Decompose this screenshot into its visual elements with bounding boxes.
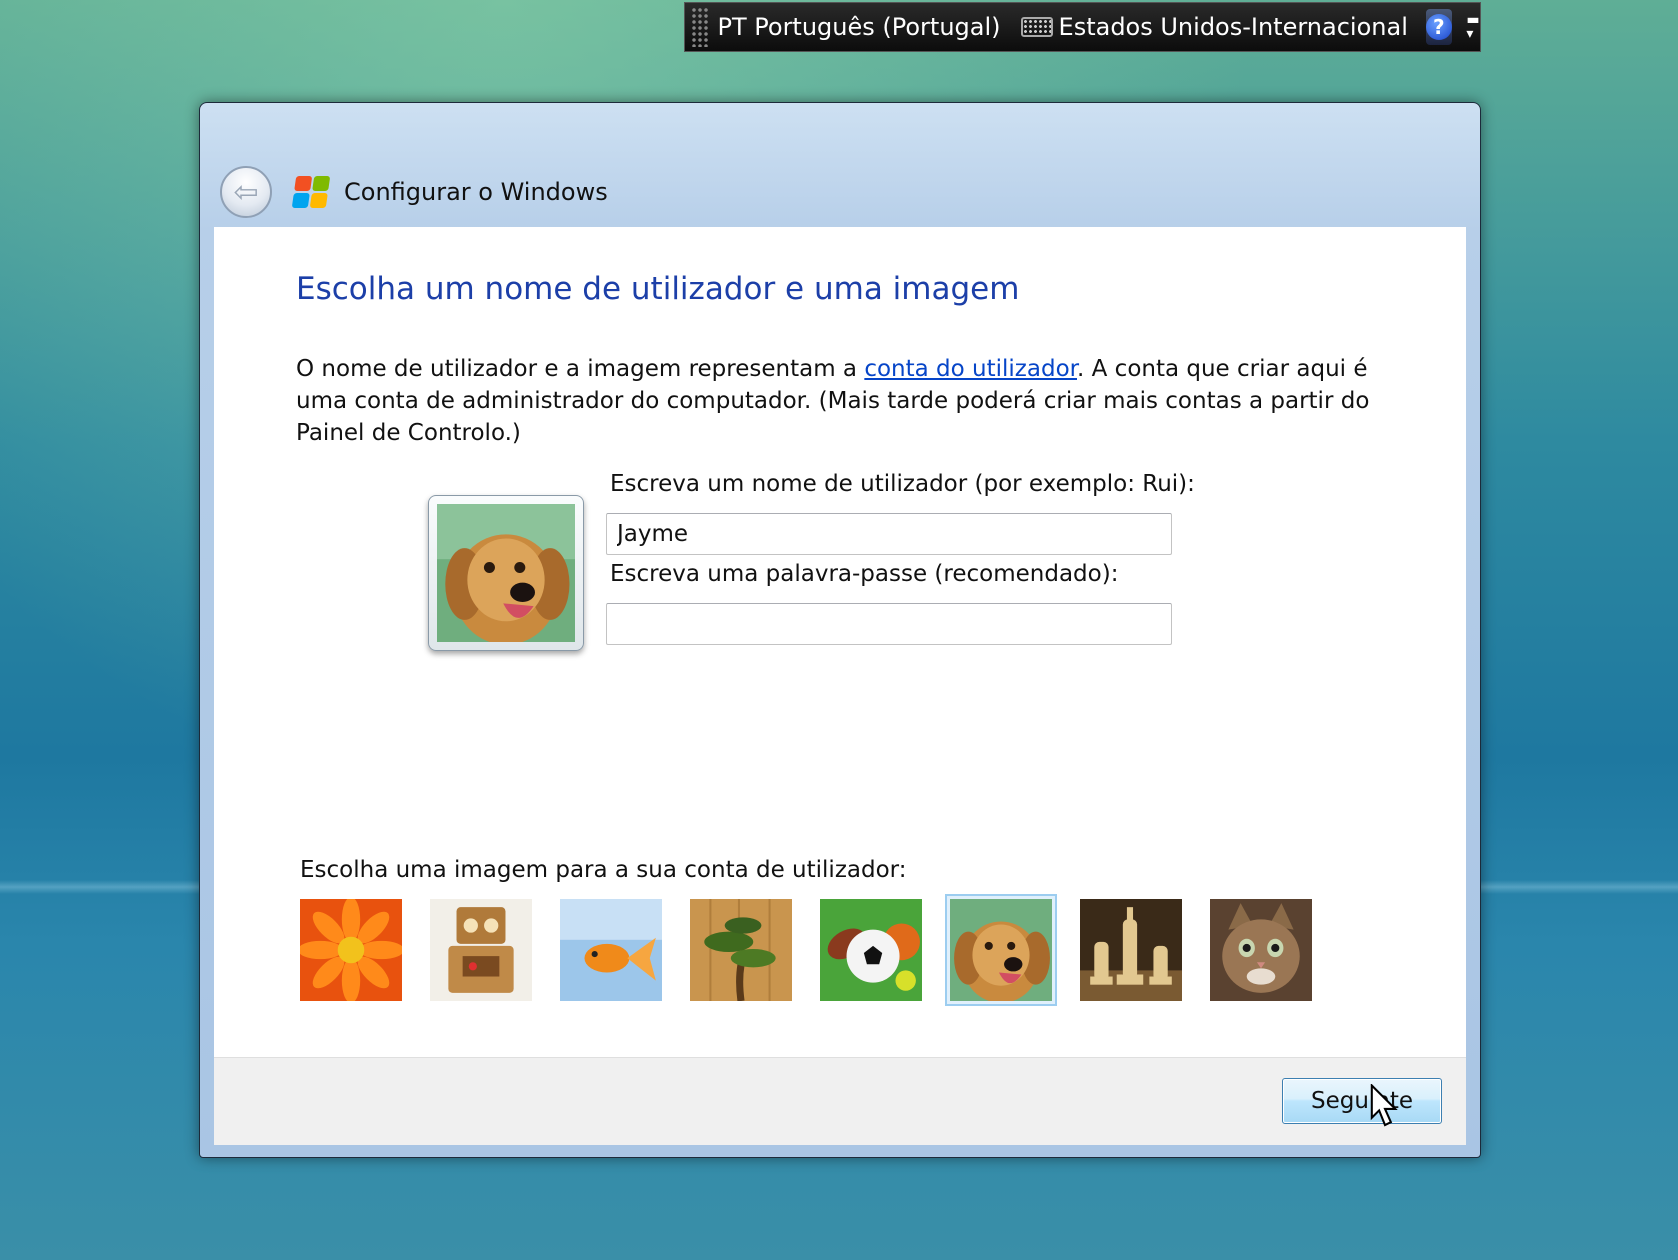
avatar xyxy=(428,495,584,651)
username-label: Escreva um nome de utilizador (por exemp… xyxy=(610,471,1195,497)
password-label: Escreva uma palavra-passe (recomendado): xyxy=(610,561,1119,587)
footer-bar: Seguinte xyxy=(214,1057,1466,1145)
setup-window: ⇦ Configurar o Windows Escolha um nome d… xyxy=(199,102,1481,1158)
username-field[interactable] xyxy=(606,513,1172,555)
user-account-link[interactable]: conta do utilizador xyxy=(864,356,1077,382)
language-bar: PT Português (Portugal) Estados Unidos-I… xyxy=(684,2,1481,52)
picture-picker-label: Escolha uma imagem para a sua conta de u… xyxy=(300,857,907,883)
language-label: PT Português (Portugal) xyxy=(717,13,1001,41)
language-selector[interactable]: PT Português (Portugal) xyxy=(708,3,1011,51)
picture-goldfish[interactable] xyxy=(560,899,662,1001)
keyboard-icon xyxy=(1020,17,1053,37)
picture-kitten[interactable] xyxy=(1210,899,1312,1001)
page-title: Escolha um nome de utilizador e uma imag… xyxy=(296,271,1020,307)
picture-sports-balls[interactable] xyxy=(820,899,922,1001)
help-icon[interactable]: ? xyxy=(1425,9,1452,45)
grip-icon[interactable] xyxy=(691,7,708,47)
windows-logo-icon xyxy=(291,176,331,208)
picture-bonsai[interactable] xyxy=(690,899,792,1001)
keyboard-label: Estados Unidos-Internacional xyxy=(1058,13,1408,41)
options-icon[interactable]: ▬ ▾ xyxy=(1466,7,1480,47)
password-field[interactable] xyxy=(606,603,1172,645)
title-bar: ⇦ Configurar o Windows xyxy=(214,153,1466,231)
back-button[interactable]: ⇦ xyxy=(220,166,272,218)
next-button[interactable]: Seguinte xyxy=(1282,1078,1442,1124)
picture-robot[interactable] xyxy=(430,899,532,1001)
window-title: Configurar o Windows xyxy=(344,178,608,206)
mouse-cursor-icon xyxy=(1370,1084,1398,1127)
content-panel: Escolha um nome de utilizador e uma imag… xyxy=(214,227,1466,1057)
picture-chess[interactable] xyxy=(1080,899,1182,1001)
picture-puppy[interactable] xyxy=(945,894,1057,1006)
description: O nome de utilizador e a imagem represen… xyxy=(296,356,1370,446)
picture-flower[interactable] xyxy=(300,899,402,1001)
keyboard-selector[interactable]: Estados Unidos-Internacional xyxy=(1011,3,1418,51)
selected-picture-preview xyxy=(437,504,575,645)
